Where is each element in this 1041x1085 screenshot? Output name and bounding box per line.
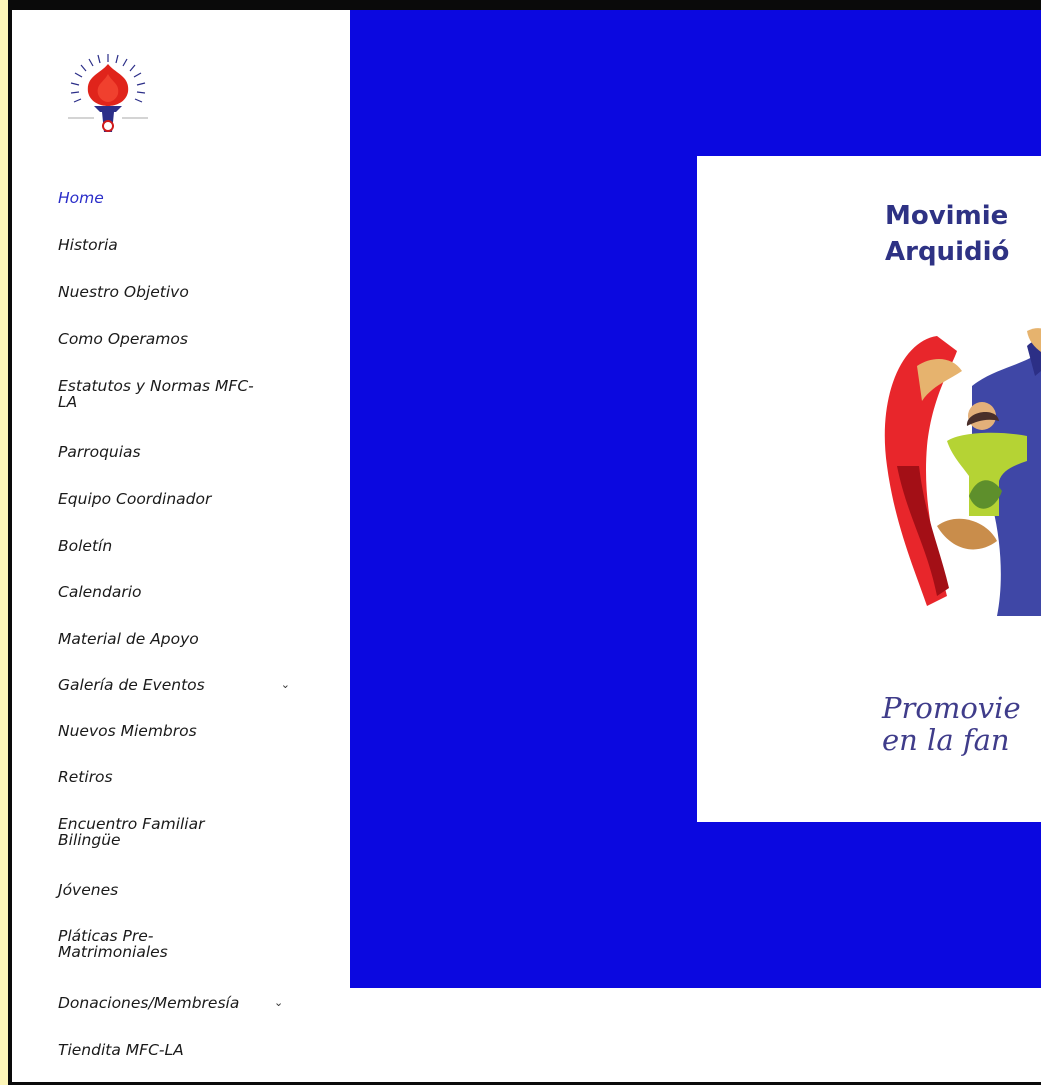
nav-item-label: Nuevos Miembros [58,722,197,740]
nav-item-label: Home [58,189,104,207]
nav-item-equipo-coordinador[interactable]: Equipo Coordinador [58,491,211,507]
nav-item-material-de-apoyo[interactable]: Material de Apoyo [58,631,199,647]
hero-card: Movimie Arquidió Promovie en la fan [697,156,1041,822]
nav-item-label: Tiendita MFC-LA [58,1041,184,1059]
nav-item-label-line2: LA [58,393,78,411]
card-tagline: Promovie en la fan [882,692,1021,756]
nav-item-platicas-pre-matrimoniales[interactable]: Pláticas Pre- Matrimoniales [58,928,168,960]
card-title-line1: Movimie [885,201,1009,231]
card-tagline-line2: en la fan [882,723,1010,757]
card-tagline-line1: Promovie [882,691,1021,725]
nav-item-nuestro-objetivo[interactable]: Nuestro Objetivo [58,284,189,300]
browser-frame: Home Historia Nuestro Objetivo Como Oper… [8,0,1041,1085]
nav-item-galeria-de-eventos[interactable]: Galería de Eventos ⌄ [58,677,298,693]
nav-item-nuevos-miembros[interactable]: Nuevos Miembros [58,723,197,739]
nav-item-label: Galería de Eventos [58,676,205,694]
nav-item-label: Estatutos y Normas MFC- [58,377,254,395]
chevron-down-icon[interactable]: ⌄ [274,995,283,1011]
nav-item-label: Material de Apoyo [58,630,199,648]
nav-item-label: Parroquias [58,443,141,461]
nav-item-label: Boletín [58,537,113,555]
torch-flame-logo-icon[interactable] [60,46,156,142]
nav-item-label: Nuestro Objetivo [58,283,189,301]
chevron-down-icon[interactable]: ⌄ [281,677,290,693]
card-title-line2: Arquidió [885,237,1010,267]
nav-item-label-line2: Bilingüe [58,831,121,849]
nav-item-label-line2: Matrimoniales [58,943,168,961]
nav-item-label: Como Operamos [58,330,188,348]
nav-item-label: Jóvenes [58,881,119,899]
nav-item-label: Donaciones/Membresía [58,994,240,1012]
family-embrace-illustration-icon [884,328,1041,616]
nav-item-boletin[interactable]: Boletín [58,538,112,554]
nav-item-donaciones-membresia[interactable]: Donaciones/Membresía ⌄ [58,995,318,1011]
nav-item-label: Equipo Coordinador [58,490,212,508]
nav-item-historia[interactable]: Historia [58,237,118,253]
nav-item-label: Retiros [58,768,113,786]
web-page: Home Historia Nuestro Objetivo Como Oper… [12,10,1041,1082]
nav-item-como-operamos[interactable]: Como Operamos [58,331,188,347]
hero-banner: Movimie Arquidió Promovie en la fan [350,10,1041,988]
nav-item-estatutos[interactable]: Estatutos y Normas MFC- LA [58,378,298,410]
nav-item-label: Calendario [58,583,142,601]
nav-item-calendario[interactable]: Calendario [58,584,142,600]
nav-item-tiendita[interactable]: Tiendita MFC-LA [58,1042,184,1058]
sidebar: Home Historia Nuestro Objetivo Como Oper… [12,10,350,1082]
nav-item-jovenes[interactable]: Jóvenes [58,882,118,898]
nav-item-parroquias[interactable]: Parroquias [58,444,141,460]
nav-item-label: Historia [58,236,118,254]
nav-item-home[interactable]: Home [58,190,104,206]
nav-item-encuentro-familiar[interactable]: Encuentro Familiar Bilingüe [58,816,205,848]
card-title: Movimie Arquidió [885,198,1009,270]
nav-item-retiros[interactable]: Retiros [58,769,113,785]
